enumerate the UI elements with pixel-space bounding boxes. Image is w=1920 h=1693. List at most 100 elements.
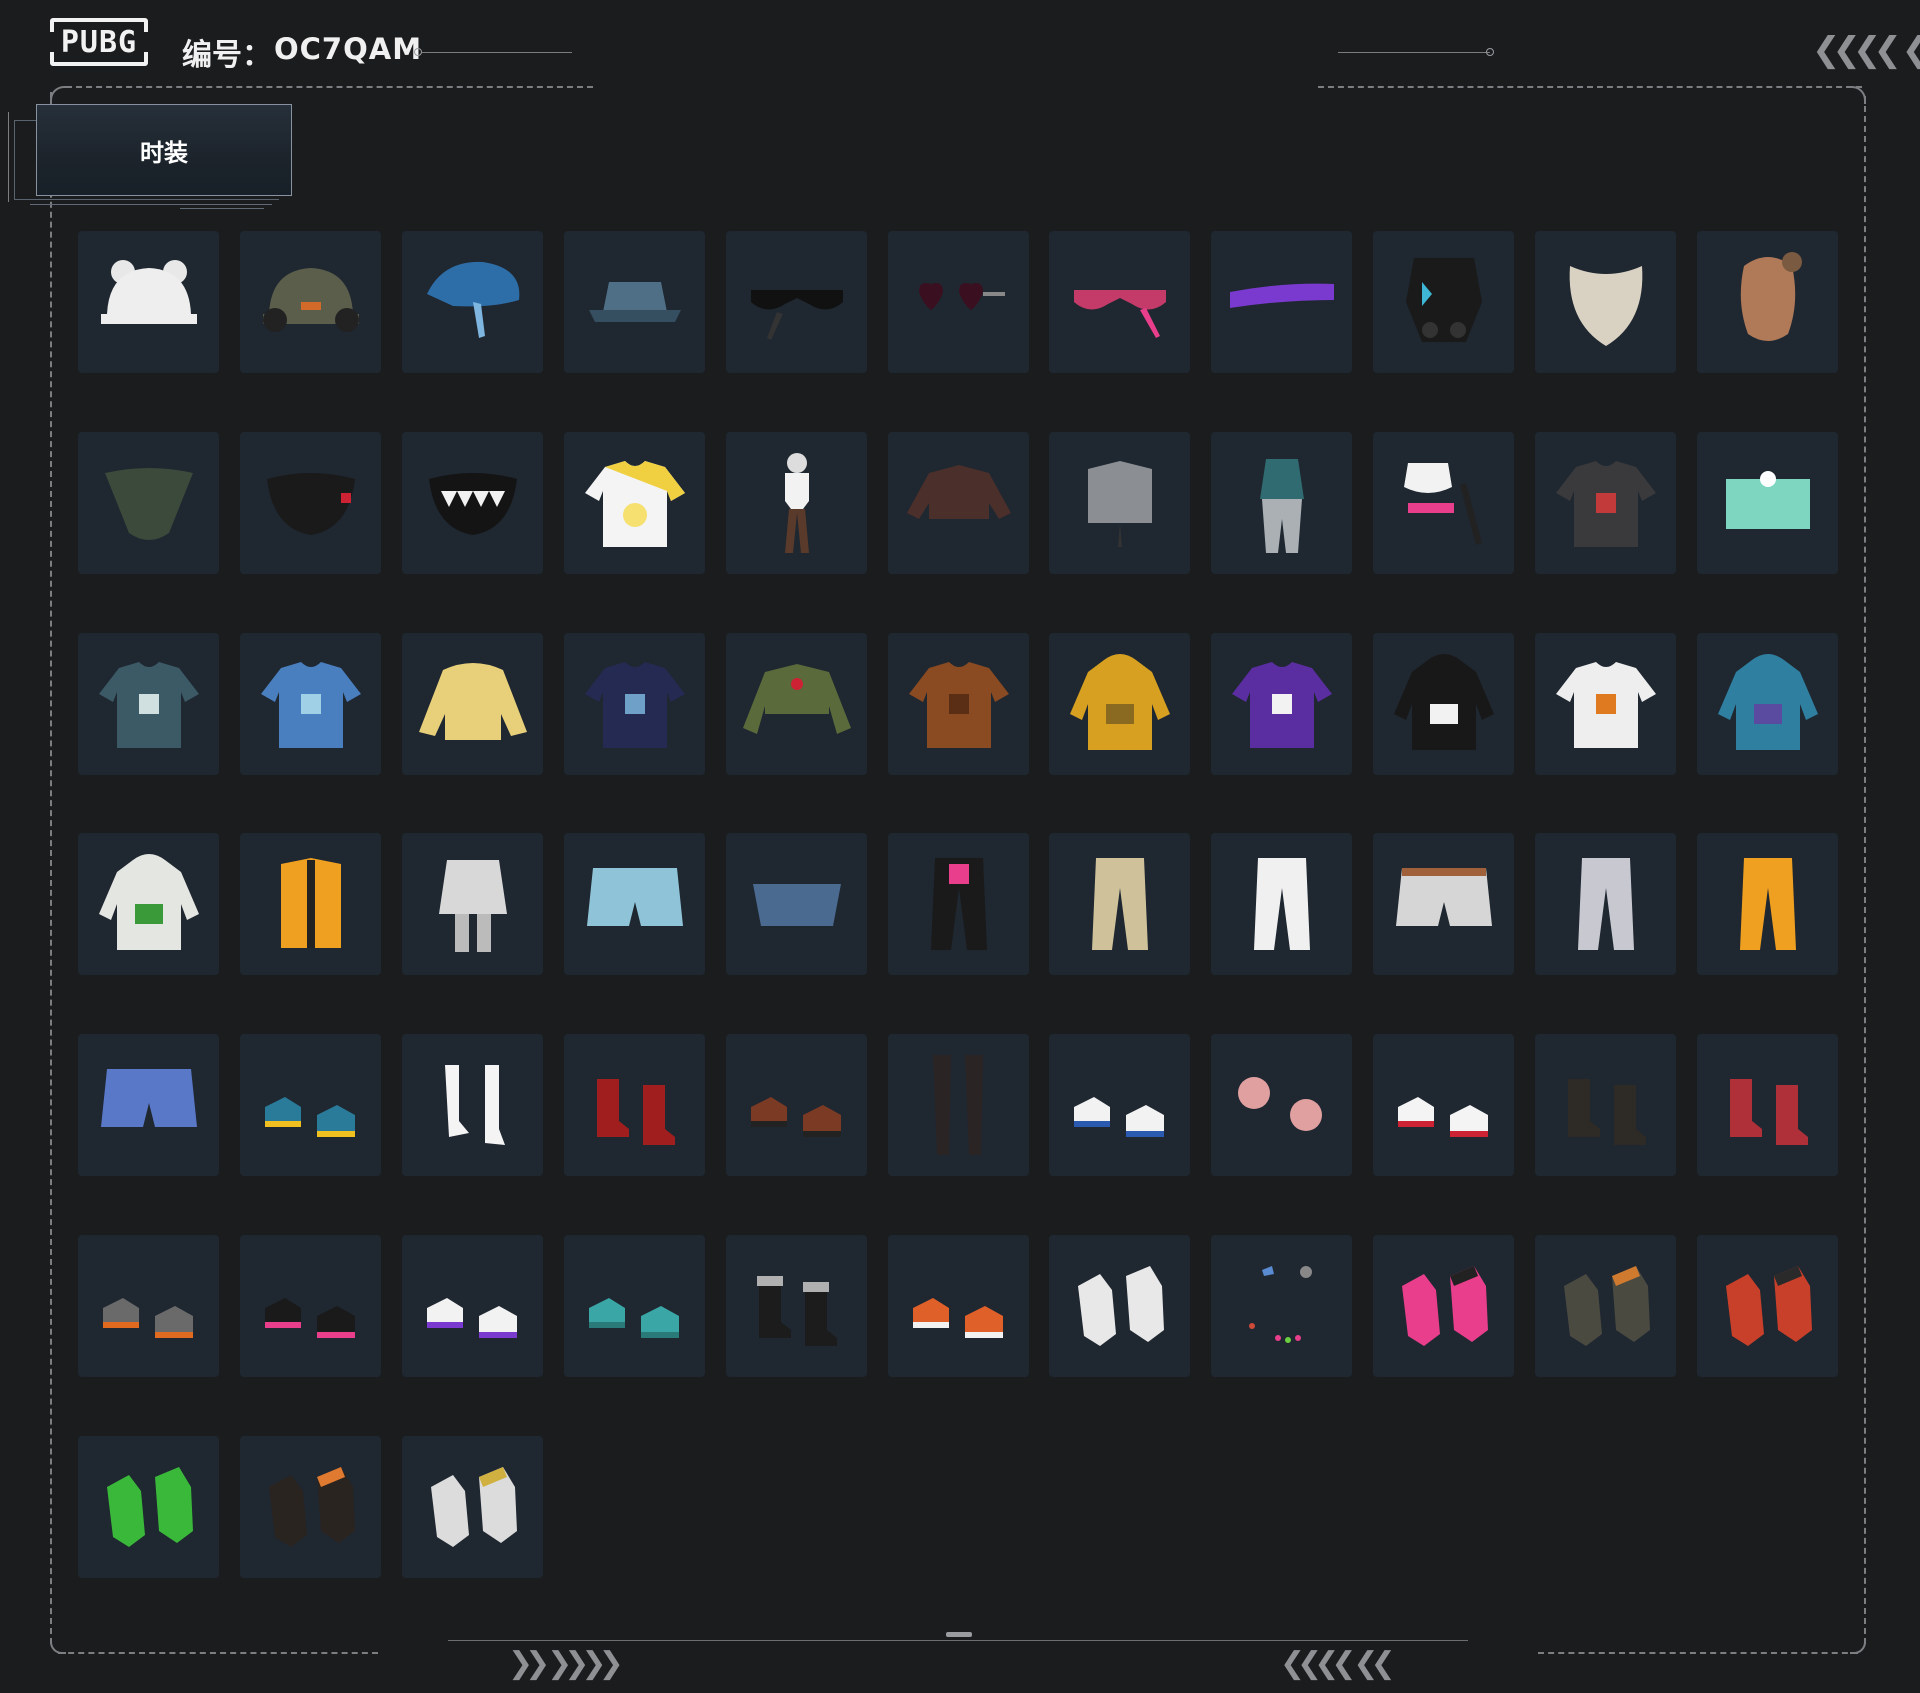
item-grid <box>78 231 1839 1579</box>
item-slot[interactable] <box>1373 432 1514 574</box>
item-slot[interactable] <box>1373 1034 1514 1176</box>
item-slot[interactable] <box>726 231 867 373</box>
item-slot[interactable] <box>240 1235 381 1377</box>
item-slot[interactable] <box>888 633 1029 775</box>
item-slot[interactable] <box>240 432 381 574</box>
line-dot <box>1486 48 1494 56</box>
item-slot[interactable] <box>1049 432 1190 574</box>
item-slot[interactable] <box>726 1034 867 1176</box>
item-slot[interactable] <box>1049 633 1190 775</box>
floral-shirt-icon <box>98 662 199 748</box>
item-slot[interactable] <box>78 1436 219 1578</box>
item-slot[interactable] <box>888 833 1029 975</box>
yellow-sweater-icon <box>418 663 527 740</box>
item-slot[interactable] <box>78 633 219 775</box>
item-slot[interactable] <box>564 833 705 975</box>
orange-pants-icon <box>1739 858 1796 950</box>
item-slot[interactable] <box>888 1235 1029 1377</box>
item-slot[interactable] <box>1049 1235 1190 1377</box>
item-slot[interactable] <box>1535 833 1676 975</box>
item-slot[interactable] <box>1373 633 1514 775</box>
beard-icon <box>1569 266 1642 346</box>
item-slot[interactable] <box>1211 633 1352 775</box>
item-slot[interactable] <box>1373 1235 1514 1377</box>
item-slot[interactable] <box>240 231 381 373</box>
item-slot[interactable] <box>402 1436 543 1578</box>
nail-art-icon <box>1248 1266 1312 1343</box>
tab-decoration <box>180 208 264 209</box>
item-slot[interactable] <box>888 432 1029 574</box>
frame-border <box>50 92 52 1644</box>
item-slot[interactable] <box>1373 833 1514 975</box>
item-slot[interactable] <box>1049 833 1190 975</box>
logo-text: PUBG <box>60 24 138 60</box>
item-slot[interactable] <box>1697 231 1838 373</box>
puffer-vest-icon <box>280 858 341 948</box>
item-slot[interactable] <box>1697 1235 1838 1377</box>
gradient-hoodie-icon <box>1717 654 1818 750</box>
item-slot[interactable] <box>402 432 543 574</box>
purple-jacket-icon <box>1231 662 1332 748</box>
item-slot[interactable] <box>726 1235 867 1377</box>
item-slot[interactable] <box>564 231 705 373</box>
item-slot[interactable] <box>564 1034 705 1176</box>
item-slot[interactable] <box>726 432 867 574</box>
item-slot[interactable] <box>1049 231 1190 373</box>
orange-gloves-icon <box>268 1467 355 1547</box>
camo-bandana-icon <box>104 468 193 540</box>
item-slot[interactable] <box>1697 1034 1838 1176</box>
item-slot[interactable] <box>78 1235 219 1377</box>
frame-border <box>1864 96 1866 1644</box>
item-slot[interactable] <box>78 432 219 574</box>
bucket-hat-icon <box>588 282 681 322</box>
item-slot[interactable] <box>726 633 867 775</box>
item-slot[interactable] <box>402 1235 543 1377</box>
item-slot[interactable] <box>402 833 543 975</box>
item-slot[interactable] <box>888 1034 1029 1176</box>
item-slot[interactable] <box>240 1436 381 1578</box>
item-slot[interactable] <box>78 833 219 975</box>
item-slot[interactable] <box>1535 1034 1676 1176</box>
item-slot[interactable] <box>1211 1235 1352 1377</box>
khaki-pants-icon <box>1091 858 1148 950</box>
item-slot[interactable] <box>1373 231 1514 373</box>
item-slot[interactable] <box>402 231 543 373</box>
item-slot[interactable] <box>1697 633 1838 775</box>
pink-gloves-icon <box>1401 1266 1488 1346</box>
leather-jacket-icon <box>908 662 1009 748</box>
item-slot[interactable] <box>726 833 867 975</box>
frame-border <box>66 86 593 88</box>
item-slot[interactable] <box>564 633 705 775</box>
sport-top-icon <box>1403 463 1482 545</box>
item-slot[interactable] <box>78 1034 219 1176</box>
item-slot[interactable] <box>1211 833 1352 975</box>
item-slot[interactable] <box>240 833 381 975</box>
tab-fashion[interactable]: 时装 <box>36 104 292 196</box>
line-dot <box>414 48 422 56</box>
item-slot[interactable] <box>240 633 381 775</box>
item-slot[interactable] <box>1049 1034 1190 1176</box>
tab-label: 时装 <box>140 138 188 167</box>
black-pink-boots-icon <box>264 1298 355 1338</box>
item-slot[interactable] <box>1535 633 1676 775</box>
item-slot[interactable] <box>1697 432 1838 574</box>
purple-pants-icon <box>1253 858 1310 950</box>
item-slot[interactable] <box>1535 432 1676 574</box>
item-slot[interactable] <box>1211 432 1352 574</box>
item-slot[interactable] <box>402 633 543 775</box>
item-slot[interactable] <box>1535 1235 1676 1377</box>
item-slot[interactable] <box>1211 1034 1352 1176</box>
item-slot[interactable] <box>240 1034 381 1176</box>
item-slot[interactable] <box>564 432 705 574</box>
item-slot[interactable] <box>1211 231 1352 373</box>
chevrons-right-icon: ❯❯ ❯❯❯❯ <box>508 1646 624 1681</box>
face-icon <box>1740 252 1802 341</box>
item-slot[interactable] <box>564 1235 705 1377</box>
item-slot[interactable] <box>78 231 219 373</box>
tab-decoration <box>8 112 9 202</box>
frame-border <box>1318 86 1862 88</box>
item-slot[interactable] <box>1697 833 1838 975</box>
item-slot[interactable] <box>888 231 1029 373</box>
item-slot[interactable] <box>402 1034 543 1176</box>
item-slot[interactable] <box>1535 231 1676 373</box>
